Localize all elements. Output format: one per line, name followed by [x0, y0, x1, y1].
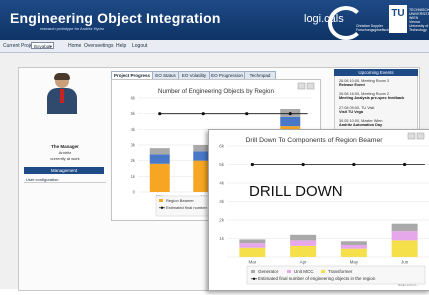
y-tick-label: 1k: [219, 236, 225, 241]
y-tick-label: 5k: [219, 162, 225, 167]
legend-swatch: [160, 206, 164, 209]
legend-label: Region Beamer: [166, 198, 194, 203]
print-icon: [407, 132, 416, 140]
estimate-point: [158, 112, 162, 116]
event-item[interactable]: 27.08 09:00, TU Visit Visit TU Vega: [339, 106, 413, 115]
y-tick-label: 3k: [131, 143, 136, 148]
bar-segment: [149, 154, 170, 164]
events-header: Upcoming Events: [334, 69, 418, 76]
estimate-point: [288, 112, 292, 116]
nav-home[interactable]: Home: [68, 43, 81, 49]
tab-project-progress[interactable]: Project Progress: [111, 71, 153, 79]
y-tick-label: 2k: [219, 218, 225, 223]
user-status: currently at work: [50, 156, 80, 161]
top-nav: Current Project: Boyabat ▾ Home Overseeti…: [0, 40, 429, 53]
nav-help[interactable]: Help: [116, 43, 126, 49]
management-header: Management: [24, 167, 104, 174]
y-tick-label: 4k: [219, 181, 225, 186]
drill-down-annotation: DRILL DOWN: [249, 183, 343, 200]
estimate-point: [201, 112, 205, 116]
app-header: Engineering Object Integration research …: [0, 0, 429, 40]
app-title: Engineering Object Integration: [10, 10, 221, 26]
legend-label: Generator: [258, 269, 279, 274]
y-tick-label: 3k: [219, 199, 225, 204]
chart-drill-down: Drill Down To Components of Region Beame…: [208, 129, 429, 291]
bar-segment: [239, 239, 266, 244]
legend-swatch: [252, 277, 256, 280]
y-tick-label: 6k: [131, 96, 136, 101]
legend-label: Transformer: [328, 269, 353, 274]
chart-2-svg: Drill Down To Components of Region Beame…: [219, 132, 429, 285]
tu-text: TECHNISCHE UNIVERSITÄT WIEN Vienna Unive…: [409, 8, 429, 32]
bar-segment: [391, 240, 418, 257]
event-name: Release Event: [339, 83, 365, 88]
legend-swatch: [251, 270, 255, 273]
cd-lab-text: Christian Doppler Forschungsgesellschaft: [356, 24, 393, 32]
estimate-point: [250, 162, 254, 167]
bar-segment: [239, 247, 266, 257]
chart-title: Number of Engineering Objects by Region: [158, 88, 274, 95]
x-tick-label: Mar: [249, 260, 257, 265]
y-tick-label: 2k: [131, 158, 136, 163]
bar-segment: [340, 241, 367, 245]
chevron-down-icon: ▾: [49, 44, 52, 49]
user-configuration-link[interactable]: User configuration: [24, 177, 106, 183]
event-item[interactable]: 30.05 10:00, Master Wien Andritz Automat…: [339, 119, 413, 128]
chart-title: Drill Down To Components of Region Beame…: [245, 137, 383, 144]
bar-segment: [239, 243, 266, 248]
x-tick-label: May: [350, 260, 359, 265]
estimate-point: [301, 162, 305, 167]
event-name: Meeting Analysis pre-spec feedback: [339, 96, 405, 101]
y-tick-label: 6k: [219, 144, 225, 149]
event-name: Andritz Automation Day: [339, 123, 383, 128]
tab-eo-progression[interactable]: EO Progression: [209, 71, 245, 79]
bar-segment: [290, 240, 317, 246]
bar-segment: [280, 116, 301, 127]
x-tick-label: Apr: [300, 260, 308, 265]
bar-segment: [290, 234, 317, 241]
image-credit: Radio Icons h...: [398, 283, 419, 287]
cd-lab-logo-icon: [328, 6, 364, 40]
bar-segment: [391, 223, 418, 232]
y-tick-label: 0: [133, 190, 136, 195]
export-icon: [416, 132, 425, 140]
nav-logout[interactable]: Logout: [132, 43, 147, 49]
estimate-point: [403, 162, 407, 167]
bar-segment: [149, 163, 170, 192]
nav-overseetings[interactable]: Overseetings: [84, 43, 113, 49]
user-org: Andritz: [58, 150, 72, 155]
bar-segment: [340, 244, 367, 249]
app-subtitle: research prototype for Andritz Hydro: [40, 26, 105, 31]
legend-swatch: [287, 270, 291, 273]
user-name: The Manager: [51, 144, 79, 149]
tab-eo-status[interactable]: EO Status: [152, 71, 179, 79]
legend-swatch: [321, 270, 325, 273]
x-tick-label: Jun: [401, 260, 409, 265]
y-tick-label: 4k: [131, 127, 136, 132]
event-item[interactable]: 26.08 10:00, Meeting Room 3 Release Even…: [339, 79, 413, 88]
project-select-value: Boyabat: [34, 44, 51, 49]
tab-eo-volatility[interactable]: EO Volatility: [178, 71, 210, 79]
print-icon: [297, 82, 306, 90]
project-select[interactable]: Boyabat ▾: [31, 42, 54, 49]
tu-logo: TU: [389, 5, 407, 33]
estimate-point: [352, 162, 356, 167]
y-tick-label: 5k: [131, 111, 136, 116]
event-item[interactable]: 26.08 16:00, Meeting Room 2 Meeting Anal…: [339, 92, 413, 101]
bar-segment: [290, 245, 317, 257]
estimate-point: [245, 112, 249, 116]
legend-label: Unit MCC: [294, 269, 314, 274]
tab-techmpad[interactable]: Techmpad: [244, 71, 276, 79]
bar-segment: [391, 231, 418, 241]
avatar: [47, 73, 77, 114]
bar-segment: [149, 148, 170, 155]
event-name: Visit TU Vega: [339, 110, 363, 115]
bar-segment: [340, 248, 367, 257]
legend-label: Estimated final number of engineering ob…: [258, 276, 376, 281]
y-tick-label: 1k: [131, 174, 136, 179]
export-icon: [306, 82, 315, 90]
legend-swatch: [159, 199, 163, 202]
